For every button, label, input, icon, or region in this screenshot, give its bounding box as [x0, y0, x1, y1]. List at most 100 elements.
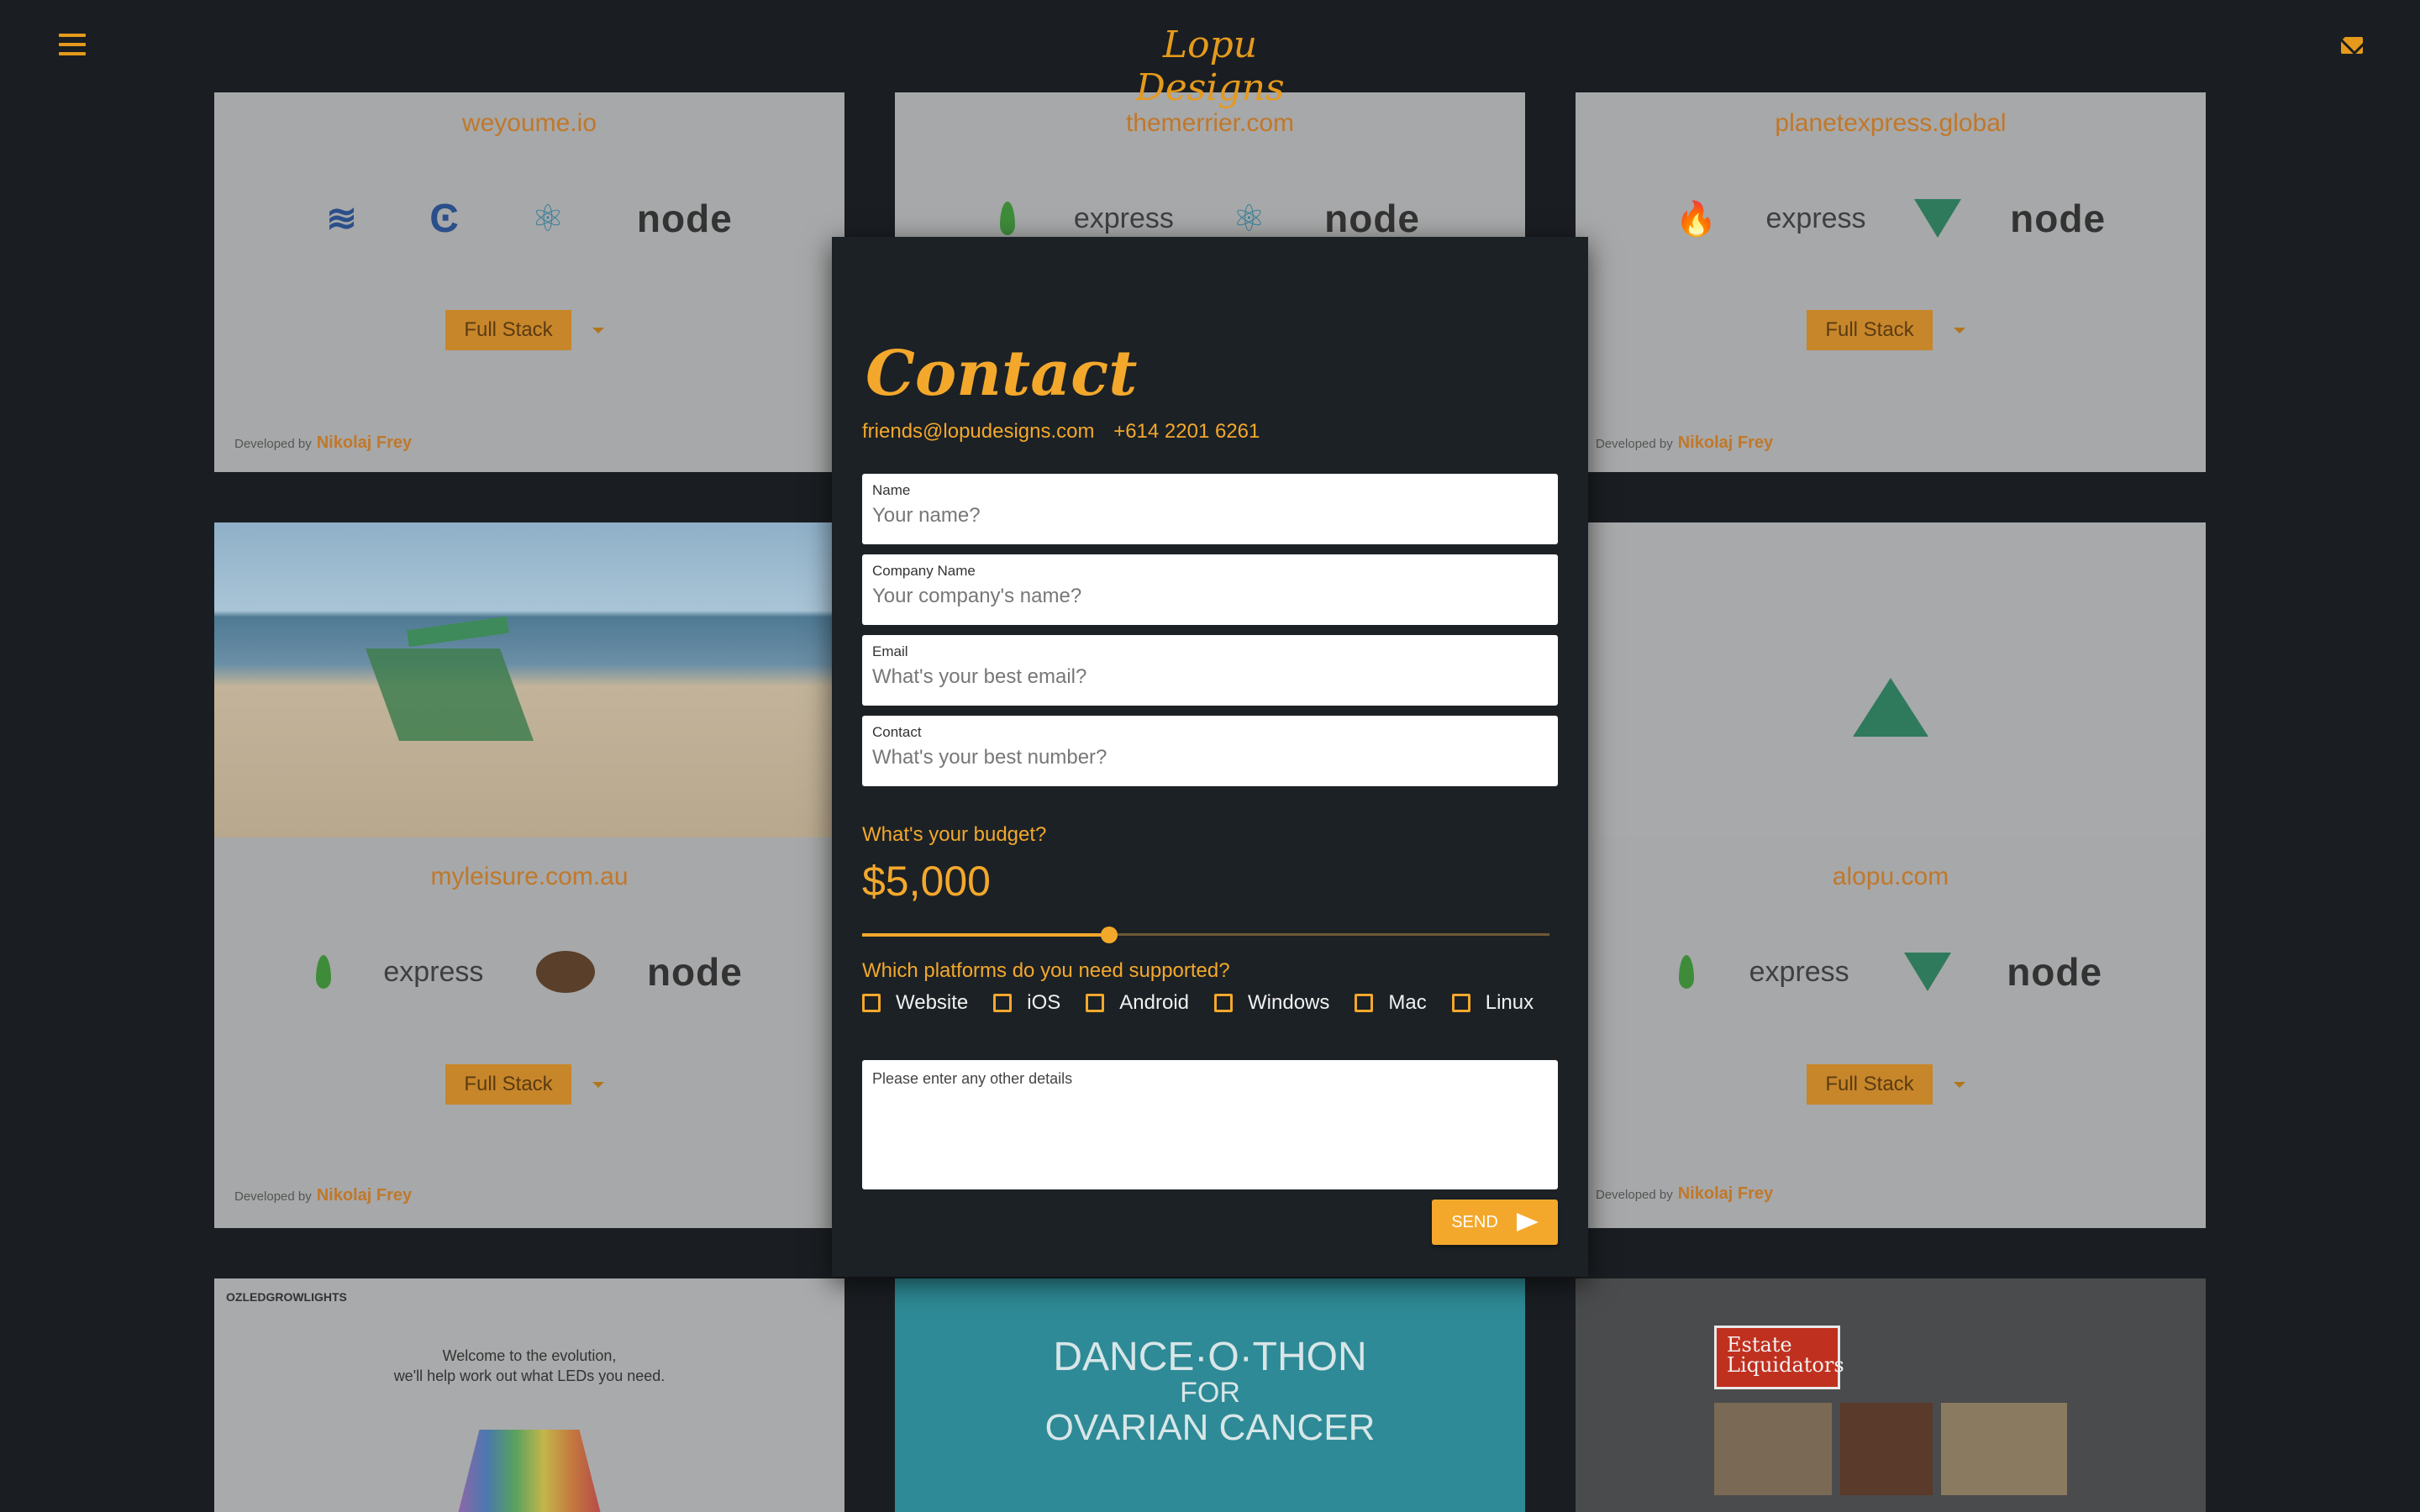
express-icon: express: [1765, 202, 1866, 234]
project-title[interactable]: alopu.com: [1576, 863, 2206, 891]
checkbox-icon[interactable]: [993, 994, 1013, 1012]
pug-icon: [535, 951, 595, 993]
mongodb-icon: [999, 202, 1015, 235]
developer-credit: Developed by Nikolaj Frey: [234, 433, 413, 452]
project-title[interactable]: planetexpress.global: [1576, 109, 2206, 138]
product-thumbnail[interactable]: [1941, 1403, 2067, 1495]
chevron-down-icon[interactable]: [1954, 328, 1965, 333]
full-stack-button[interactable]: Full Stack: [445, 310, 571, 350]
platform-label: Windows: [1248, 991, 1330, 1014]
umbrella-shade: [407, 616, 509, 648]
project-tagline: Welcome to the evolution, we'll help wor…: [214, 1346, 844, 1386]
product-thumbnail[interactable]: [1840, 1403, 1933, 1495]
developer-credit: Developed by Nikolaj Frey: [1596, 1184, 1774, 1203]
hamburger-menu-icon[interactable]: [59, 34, 86, 59]
contact-phone-link[interactable]: +614 2201 6261: [1113, 420, 1260, 443]
contact-email-link[interactable]: friends@lopudesigns.com: [862, 420, 1095, 443]
checkbox-icon[interactable]: [1086, 994, 1105, 1012]
project-card-planetexpress: planetexpress.global 🔥 express node Full…: [1576, 92, 2206, 472]
tech-row: ≋ Ͼ ⚛ node: [214, 193, 844, 244]
slider-handle[interactable]: [1101, 927, 1118, 943]
mail-icon[interactable]: [2341, 37, 2363, 54]
slider-fill: [862, 933, 1110, 937]
top-bar: Lopu Designs: [0, 0, 2420, 109]
project-screenshot[interactable]: [214, 522, 844, 837]
chevron-down-icon[interactable]: [592, 1082, 604, 1088]
modal-title: Contact: [865, 338, 1138, 410]
email-input[interactable]: [872, 665, 1548, 689]
mongodb-icon: [316, 955, 332, 989]
company-field[interactable]: Company Name: [862, 554, 1558, 625]
platform-checkbox-mac[interactable]: Mac: [1355, 991, 1427, 1015]
platform-label: Linux: [1485, 991, 1534, 1014]
tech-row: 🔥 express node: [1576, 193, 2206, 244]
checkbox-icon[interactable]: [862, 994, 881, 1012]
full-stack-button[interactable]: Full Stack: [445, 1064, 571, 1105]
project-card-alopu: alopu.com express node Full Stack Develo…: [1576, 522, 2206, 1228]
logo-line: Liquidators: [1727, 1353, 1844, 1377]
contact-number-input[interactable]: [872, 746, 1548, 769]
checkbox-icon[interactable]: [1214, 994, 1234, 1012]
platform-checkbox-ios[interactable]: iOS: [993, 991, 1060, 1015]
platform-checkbox-windows[interactable]: Windows: [1214, 991, 1329, 1015]
developer-credit: Developed by Nikolaj Frey: [234, 1186, 413, 1205]
react-icon: ⚛: [1232, 197, 1266, 239]
brand-logo[interactable]: Lopu Designs: [1126, 24, 1294, 109]
project-title[interactable]: themerrier.com: [895, 109, 1525, 138]
express-icon: express: [1073, 202, 1174, 234]
details-textarea[interactable]: [872, 1070, 1548, 1179]
project-title[interactable]: myleisure.com.au: [214, 863, 844, 891]
project-title[interactable]: DANCE·O·THON FOR OVARIAN CANCER: [895, 1337, 1525, 1448]
details-field[interactable]: [862, 1060, 1558, 1189]
project-title[interactable]: weyoume.io: [214, 109, 844, 138]
tech-row: express node: [214, 947, 844, 997]
contact-number-field[interactable]: Contact: [862, 716, 1558, 786]
send-icon: [1516, 1213, 1539, 1231]
project-title[interactable]: OZLEDGROWLIGHTS: [226, 1290, 347, 1304]
project-card-weyoume: weyoume.io ≋ Ͼ ⚛ node Full Stack Develop…: [214, 92, 844, 472]
node-icon: node: [646, 950, 743, 994]
developer-name: Nikolaj Frey: [316, 1186, 413, 1205]
company-input[interactable]: [872, 585, 1548, 608]
product-thumbnail[interactable]: [1714, 1403, 1832, 1495]
tagline-line: Welcome to the evolution,: [442, 1347, 617, 1364]
field-label: Contact: [872, 724, 922, 740]
full-stack-button[interactable]: Full Stack: [1807, 310, 1933, 350]
firebase-icon: 🔥: [1675, 200, 1718, 238]
developer-name: Nikolaj Frey: [1677, 1184, 1774, 1203]
project-card-estateliquidators: Estate Liquidators: [1576, 1278, 2206, 1512]
budget-slider[interactable]: [862, 923, 1549, 947]
platform-label: Mac: [1388, 991, 1427, 1014]
developer-name: Nikolaj Frey: [1677, 433, 1774, 452]
budget-question: What's your budget?: [862, 823, 1047, 846]
field-label: Company Name: [872, 563, 976, 579]
email-field[interactable]: Email: [862, 635, 1558, 706]
node-icon: node: [636, 197, 733, 240]
field-label: Email: [872, 643, 908, 659]
platform-checkbox-android[interactable]: Android: [1086, 991, 1189, 1015]
platform-checkbox-website[interactable]: Website: [862, 991, 968, 1015]
send-button[interactable]: SEND: [1432, 1200, 1558, 1245]
platform-label: Android: [1119, 991, 1190, 1014]
project-screenshot[interactable]: [1576, 522, 2206, 837]
platform-options: Website iOS Android Windows Mac Linux: [862, 991, 1559, 1015]
send-label: SEND: [1451, 1212, 1498, 1231]
project-card-myleisure: myleisure.com.au express node Full Stack…: [214, 522, 844, 1228]
checkbox-icon[interactable]: [1355, 994, 1374, 1012]
full-stack-button[interactable]: Full Stack: [1807, 1064, 1933, 1105]
title-line: FOR: [1180, 1377, 1240, 1409]
chevron-down-icon[interactable]: [1954, 1082, 1965, 1088]
contact-modal: Contact friends@lopudesigns.com +614 220…: [832, 237, 1588, 1277]
project-card-ozledgrowlights: OZLEDGROWLIGHTS Welcome to the evolution…: [214, 1278, 844, 1512]
developer-name: Nikolaj Frey: [316, 433, 413, 452]
chevron-down-icon[interactable]: [592, 328, 604, 333]
estate-logo[interactable]: Estate Liquidators: [1714, 1326, 1844, 1389]
vue-icon: [1914, 199, 1962, 238]
rainbow-graphic: [458, 1430, 601, 1512]
platform-checkbox-linux[interactable]: Linux: [1451, 991, 1534, 1015]
checkbox-icon[interactable]: [1451, 994, 1470, 1012]
alopu-logo-icon: [1853, 678, 1928, 737]
name-input[interactable]: [872, 504, 1548, 528]
platforms-question: Which platforms do you need supported?: [862, 959, 1230, 982]
name-field[interactable]: Name: [862, 474, 1558, 544]
